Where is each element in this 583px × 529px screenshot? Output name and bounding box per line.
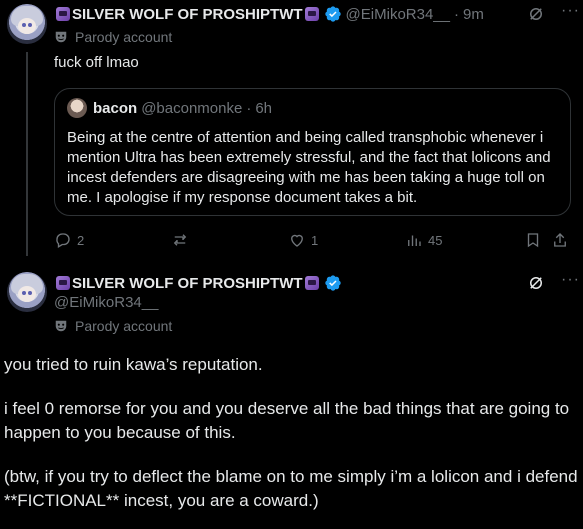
parody-mask-icon [55, 320, 67, 332]
verified-badge-icon[interactable] [324, 274, 342, 292]
bookmark-action[interactable] [524, 231, 547, 249]
share-action[interactable] [551, 231, 574, 249]
quote-text: Being at the centre of attention and bei… [67, 129, 551, 206]
quoted-tweet[interactable]: bacon @baconmonke · 6h Being at the cent… [54, 88, 571, 216]
reply-author-row: SILVER WOLF OF PROSHIPTWT @EiMikoR34__ ·… [54, 5, 484, 23]
more-options-icon[interactable]: ··· [561, 272, 579, 292]
main-paragraph: (btw, if you try to deflect the blame on… [4, 467, 578, 510]
parody-mask-icon [55, 31, 67, 43]
parody-label-text: Parody account [75, 29, 173, 45]
like-count: 1 [311, 232, 319, 248]
separator-dot: · [246, 99, 252, 117]
parody-label: Parody account [54, 29, 172, 45]
views-chart-icon [408, 235, 421, 246]
bookmark-icon [527, 233, 539, 248]
quote-author-name: bacon [93, 99, 138, 117]
reply-action[interactable]: 2 [54, 231, 84, 249]
author-handle[interactable]: @EiMikoR34__ [346, 6, 450, 23]
alien-emoji-icon [56, 276, 70, 290]
author-name[interactable]: SILVER WOLF OF PROSHIPTWT [72, 275, 303, 292]
quote-header: bacon @baconmonke · 6h [67, 98, 558, 118]
share-icon [554, 233, 566, 247]
thread-line [26, 52, 28, 256]
like-action[interactable]: 1 [288, 231, 318, 249]
author-name[interactable]: SILVER WOLF OF PROSHIPTWT [72, 6, 303, 23]
quote-author-handle: @baconmonke [141, 99, 243, 117]
view-count: 45 [428, 232, 443, 248]
more-options-icon[interactable]: ··· [561, 3, 579, 23]
avatar[interactable] [7, 4, 47, 44]
alien-emoji-icon [304, 7, 319, 21]
grok-icon[interactable] [527, 274, 545, 292]
main-top-actions: ··· [527, 272, 579, 292]
grok-icon[interactable] [527, 5, 545, 23]
heart-icon [291, 234, 303, 247]
timestamp[interactable]: 9m [463, 6, 484, 23]
reply-action-bar: 2 1 45 [54, 231, 571, 251]
alien-emoji-icon [56, 7, 70, 21]
quote-timestamp: 6h [255, 99, 272, 117]
quote-avatar [67, 98, 87, 118]
avatar[interactable] [7, 272, 47, 312]
main-author-row: SILVER WOLF OF PROSHIPTWT [54, 274, 342, 292]
main-handle-row: @EiMikoR34__ [54, 294, 158, 311]
parody-label-text: Parody account [75, 318, 173, 334]
separator-dot: · [453, 5, 459, 23]
reply-top-actions: ··· [527, 3, 579, 23]
author-handle[interactable]: @EiMikoR34__ [54, 294, 158, 311]
views-action[interactable]: 45 [405, 231, 442, 249]
repost-icon [173, 234, 187, 246]
main-tweet-text: you tried to ruin kawa’s reputation. i f… [4, 353, 579, 529]
main-paragraph: i feel 0 remorse for you and you deserve… [4, 399, 570, 442]
alien-emoji-icon [304, 276, 319, 290]
verified-badge-icon[interactable] [324, 5, 342, 23]
reply-count: 2 [77, 232, 85, 248]
main-paragraph: you tried to ruin kawa’s reputation. [4, 355, 263, 374]
reply-icon [56, 233, 70, 248]
parody-label: Parody account [54, 318, 172, 334]
repost-action[interactable] [171, 231, 194, 249]
reply-text: fuck off lmao [54, 54, 139, 71]
